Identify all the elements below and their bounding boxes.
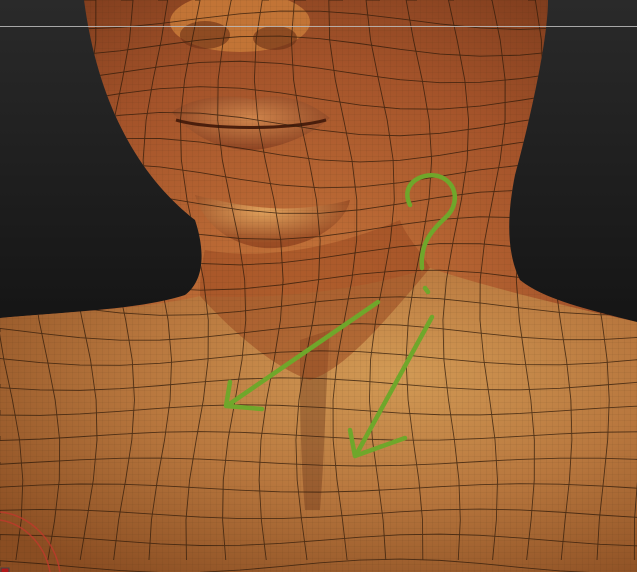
sculpt-viewport[interactable] bbox=[0, 0, 637, 572]
viewport-canvas[interactable] bbox=[0, 0, 637, 572]
question-mark-dot bbox=[422, 285, 431, 295]
corner-indicator bbox=[0, 562, 10, 572]
viewport-top-divider bbox=[0, 26, 637, 27]
